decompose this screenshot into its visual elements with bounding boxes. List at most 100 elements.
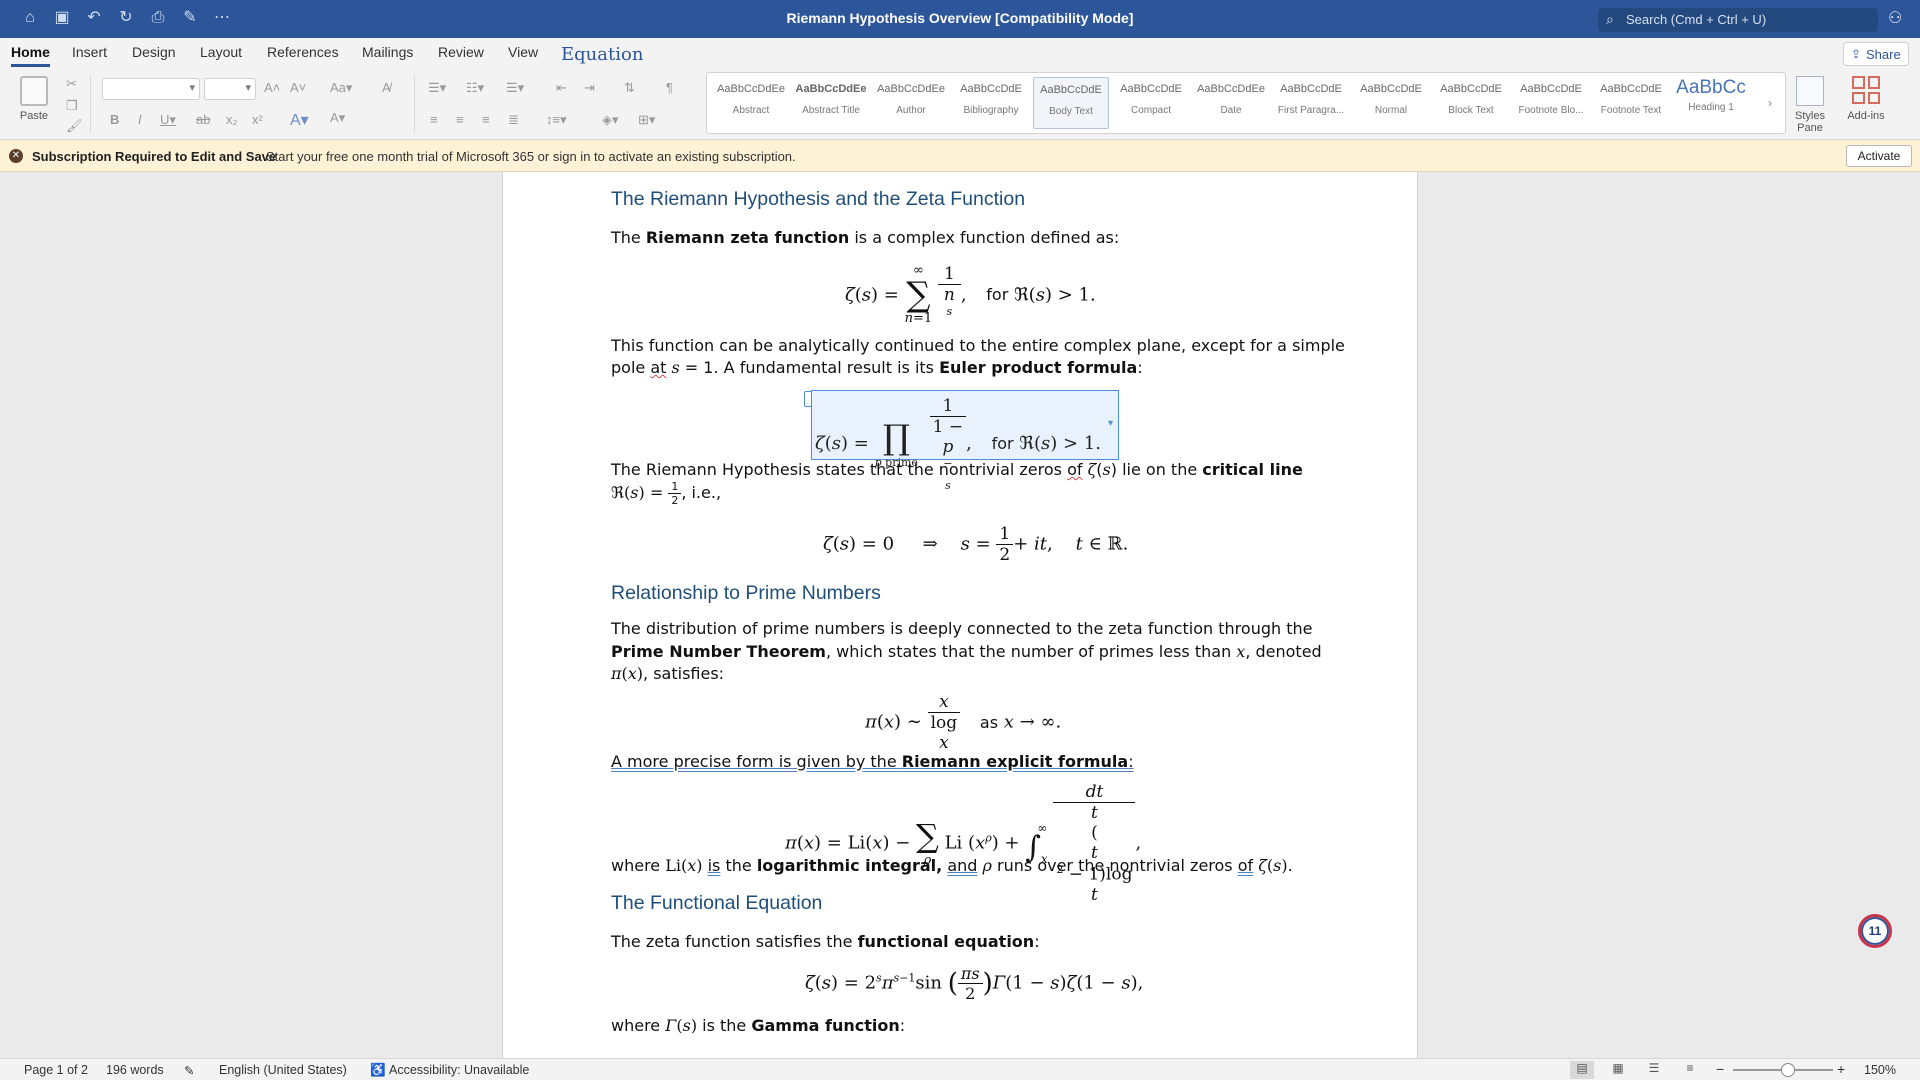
text: . A fundamental result is its <box>713 358 940 377</box>
zoom-slider-handle[interactable] <box>1781 1063 1795 1077</box>
notification-badge[interactable]: 11 <box>1858 914 1892 948</box>
tab-design[interactable]: Design <box>132 44 176 60</box>
word-count[interactable]: 196 words <box>106 1063 164 1077</box>
bold-text: Gamma function <box>751 1016 900 1035</box>
style-footnote-block[interactable]: AaBbCcDdE Footnote Blo... <box>1513 77 1589 129</box>
separator <box>414 76 415 132</box>
align-left-icon[interactable]: ≡ <box>430 112 438 127</box>
style-first-paragraph[interactable]: AaBbCcDdE First Paragra... <box>1273 77 1349 129</box>
proofing-icon[interactable]: ✎ <box>184 1063 194 1078</box>
style-block-text[interactable]: AaBbCcDdE Block Text <box>1433 77 1509 129</box>
paragraph-continuation: This function can be analytically contin… <box>611 336 1345 355</box>
print-layout-icon[interactable]: ▤ <box>1570 1061 1594 1079</box>
draft-view-icon[interactable]: ≡ <box>1678 1061 1702 1079</box>
decrease-indent-icon[interactable]: ⇤ <box>556 80 567 96</box>
tab-insert[interactable]: Insert <box>72 44 107 60</box>
borders-icon[interactable]: ⊞▾ <box>638 112 655 128</box>
zoom-in-icon[interactable]: + <box>1837 1061 1845 1077</box>
addins-icon <box>1852 76 1880 104</box>
grow-font-icon[interactable]: A˄ <box>264 80 280 95</box>
sort-icon[interactable]: ⇅ <box>624 80 635 96</box>
font-color-icon[interactable]: A▾ <box>330 110 345 126</box>
equation-zeta-series[interactable]: ζ(s) = ∞ ∑ n=1 1ns, for ℜ(s) > 1. <box>845 264 1096 327</box>
format-painter-icon[interactable]: 🖌 <box>66 118 83 134</box>
search-placeholder: Search (Cmd + Ctrl + U) <box>1626 12 1767 27</box>
gallery-more-icon[interactable]: › <box>1768 96 1772 110</box>
style-sample: AaBbCcDdE <box>1440 83 1502 95</box>
style-author[interactable]: AaBbCcDdEe Author <box>873 77 949 129</box>
align-center-icon[interactable]: ≡ <box>456 112 464 127</box>
equation-functional[interactable]: ζ(s) = 2sπs−1sin (πs 2)Γ(1 − s)ζ(1 − s), <box>805 964 1143 1003</box>
multilevel-list-icon[interactable]: ☰▾ <box>506 80 524 96</box>
tab-references[interactable]: References <box>267 44 339 60</box>
italic-icon[interactable]: I <box>138 112 142 127</box>
tab-mailings[interactable]: Mailings <box>362 44 413 60</box>
copy-icon[interactable]: ❐ <box>66 98 78 114</box>
font-size-select[interactable] <box>204 78 256 100</box>
share-button[interactable]: ⇪ Share <box>1843 42 1909 66</box>
search-icon: ⌕ <box>1606 11 1614 27</box>
clear-formatting-icon[interactable]: A̸ <box>382 80 391 95</box>
outline-view-icon[interactable]: ☰ <box>1642 1061 1666 1079</box>
close-icon[interactable]: ✕ <box>9 149 23 163</box>
increase-indent-icon[interactable]: ⇥ <box>584 80 595 96</box>
equation-handle[interactable] <box>804 391 812 407</box>
style-sample: AaBbCcDdE <box>1120 83 1182 95</box>
bullets-icon[interactable]: ☰▾ <box>428 80 446 96</box>
styles-pane-button[interactable]: Styles Pane <box>1786 76 1834 134</box>
style-body-text[interactable]: AaBbCcDdE Body Text <box>1033 77 1109 129</box>
grammar-flag: of <box>1237 856 1254 875</box>
style-date[interactable]: AaBbCcDdEe Date <box>1193 77 1269 129</box>
tab-equation[interactable]: Equation <box>561 44 643 65</box>
shrink-font-icon[interactable]: A˅ <box>290 80 306 95</box>
style-compact[interactable]: AaBbCcDdE Compact <box>1113 77 1189 129</box>
align-right-icon[interactable]: ≡ <box>482 112 490 127</box>
subscript-icon[interactable]: x₂ <box>226 112 238 127</box>
equation-explicit-formula[interactable]: π(x) = Li(x) − ∑ ρ Li (xρ) + ∞ ∫x dt t(t 2 −… <box>785 782 1141 905</box>
style-sample: AaBbCcDdE <box>1360 83 1422 95</box>
tab-home[interactable]: Home <box>11 44 50 67</box>
strikethrough-icon[interactable]: ab <box>196 112 210 127</box>
font-name-select[interactable] <box>102 78 200 100</box>
tab-layout[interactable]: Layout <box>200 44 242 60</box>
text: , satisfies: <box>643 664 725 683</box>
style-bibliography[interactable]: AaBbCcDdE Bibliography <box>953 77 1029 129</box>
zoom-level[interactable]: 150% <box>1864 1063 1896 1077</box>
text: the <box>720 856 757 875</box>
text-effects-icon[interactable]: A▾ <box>290 110 309 130</box>
shading-icon[interactable]: ◈▾ <box>602 112 619 128</box>
cut-icon[interactable]: ✂ <box>66 76 77 92</box>
numbering-icon[interactable]: ☷▾ <box>466 80 484 96</box>
addins-button[interactable]: Add-ins <box>1840 76 1892 122</box>
paragraph-critical-line: ℜ(s) = 12, i.e., <box>611 480 722 507</box>
style-heading-1[interactable]: AaBbCc Heading 1 <box>1673 77 1749 129</box>
paste-button[interactable]: Paste <box>12 76 56 122</box>
page-count[interactable]: Page 1 of 2 <box>24 1063 88 1077</box>
change-case-icon[interactable]: Aa▾ <box>330 80 352 96</box>
styles-pane-icon <box>1796 76 1824 106</box>
search-box[interactable]: ⌕ Search (Cmd + Ctrl + U) <box>1598 8 1878 32</box>
tab-review[interactable]: Review <box>438 44 484 60</box>
styles-pane-label: Styles Pane <box>1795 110 1825 134</box>
paragraph-mark-icon[interactable]: ¶ <box>666 80 673 95</box>
activate-button[interactable]: Activate <box>1846 145 1912 167</box>
collaborate-icon[interactable]: ⚇ <box>1888 8 1902 28</box>
language[interactable]: English (United States) <box>219 1063 347 1077</box>
bold-icon[interactable]: B <box>110 112 119 127</box>
underline-icon[interactable]: U▾ <box>160 112 176 128</box>
superscript-icon[interactable]: x² <box>252 112 263 127</box>
tab-view[interactable]: View <box>508 44 538 60</box>
document-page[interactable]: The Riemann Hypothesis and the Zeta Func… <box>502 172 1418 1058</box>
equation-options-icon[interactable]: ▾ <box>1108 418 1113 429</box>
zoom-out-icon[interactable]: − <box>1716 1061 1724 1077</box>
equation-pnt[interactable]: π(x) ∼ x log x as x → ∞. <box>865 692 1061 753</box>
style-abstract-title[interactable]: AaBbCcDdEe Abstract Title <box>793 77 869 129</box>
justify-icon[interactable]: ≣ <box>508 112 519 128</box>
style-footnote-text[interactable]: AaBbCcDdE Footnote Text <box>1593 77 1669 129</box>
accessibility-status[interactable]: Accessibility: Unavailable <box>389 1063 529 1077</box>
web-layout-icon[interactable]: ▦ <box>1606 1061 1630 1079</box>
style-abstract[interactable]: AaBbCcDdEe Abstract <box>713 77 789 129</box>
line-spacing-icon[interactable]: ↕≡▾ <box>546 112 567 128</box>
equation-critical-line[interactable]: ζ(s) = 0 ⇒ s = 1 2 + it, t ∈ ℝ. <box>823 524 1128 565</box>
style-normal[interactable]: AaBbCcDdE Normal <box>1353 77 1429 129</box>
